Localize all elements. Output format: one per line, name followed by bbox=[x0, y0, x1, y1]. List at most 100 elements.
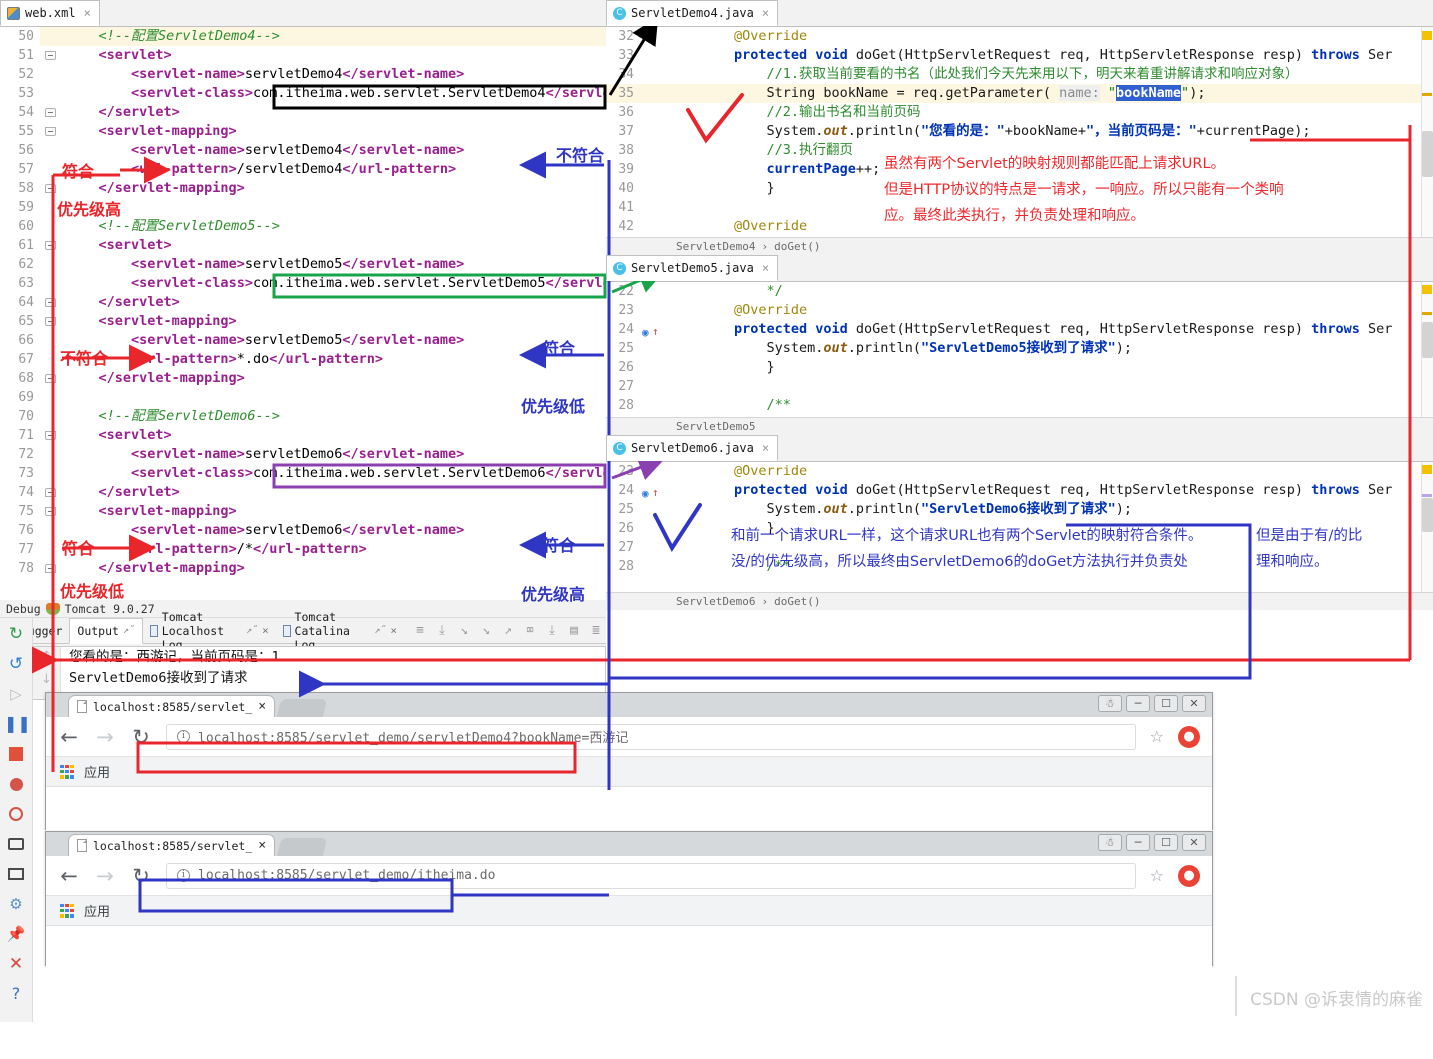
clear-all-icon[interactable]: ⌧ bbox=[520, 621, 540, 641]
xml-line-57[interactable]: 57 <url-pattern>/servletDemo4</url-patte… bbox=[0, 160, 606, 179]
fold-toggle-icon[interactable] bbox=[40, 483, 62, 502]
xml-line-63[interactable]: 63 <servlet-class>com.itheima.web.servle… bbox=[0, 274, 606, 293]
breadcrumb-method[interactable]: doGet() bbox=[774, 240, 820, 253]
pin-tab-icon[interactable]: ↗˝ bbox=[246, 625, 258, 636]
close-icon[interactable]: × bbox=[762, 441, 769, 455]
close-icon[interactable]: × bbox=[762, 261, 769, 275]
browser1-tab[interactable]: localhost:8585/servlet_ × bbox=[68, 695, 276, 717]
close-icon[interactable]: ✕ bbox=[1182, 695, 1206, 712]
xml-line-62[interactable]: 62 <servlet-name>servletDemo5</servlet-n… bbox=[0, 255, 606, 274]
xml-line-78[interactable]: 78 </servlet-mapping> bbox=[0, 559, 606, 578]
scroll-to-end-icon[interactable]: ⤓ bbox=[432, 621, 452, 641]
java5-breadcrumb[interactable]: ServletDemo5 bbox=[606, 417, 1433, 435]
xml-line-53[interactable]: 53 <servlet-class>com.itheima.web.servle… bbox=[0, 84, 606, 103]
java6-code-area[interactable]: 23 @Override 24 ◉ ↑ protected void doGet(Http… bbox=[606, 462, 1433, 592]
xml-line-77[interactable]: 77 <url-pattern>/*</url-pattern> bbox=[0, 540, 606, 559]
xml-line-70[interactable]: 70 <!--配置ServletDemo6--> bbox=[0, 407, 606, 426]
fold-toggle-icon[interactable] bbox=[40, 426, 62, 445]
settings-list-icon[interactable]: ≣ bbox=[586, 621, 606, 641]
java6-line-27[interactable]: 27 bbox=[606, 538, 1433, 557]
forward-icon[interactable]: → bbox=[94, 864, 116, 888]
tab-servletdemo4-java[interactable]: C ServletDemo4.java × bbox=[606, 0, 779, 26]
xml-line-50[interactable]: 50 <!--配置ServletDemo4--> bbox=[0, 27, 606, 46]
java4-line-34[interactable]: 34 //1.获取当前要看的书名（此处我们今天先来用以下，明天来着重讲解请求和响… bbox=[606, 65, 1433, 84]
xml-code-area[interactable]: 50 <!--配置ServletDemo4--> 51 <servlet> 52 <… bbox=[0, 27, 606, 600]
java4-line-35[interactable]: 35 String bookName = req.getParameter( n… bbox=[606, 84, 1433, 103]
pin-icon[interactable]: 📌 bbox=[4, 922, 28, 946]
java5-line-27[interactable]: 27 bbox=[606, 377, 1433, 396]
java5-line-22[interactable]: 22 */ bbox=[606, 282, 1433, 301]
info-icon[interactable]: i bbox=[177, 869, 190, 882]
help-icon[interactable]: ? bbox=[4, 982, 28, 1006]
bookmark-star-icon[interactable]: ☆ bbox=[1150, 727, 1164, 746]
java6-line-25[interactable]: 25 System.out.println("ServletDemo6接收到了请… bbox=[606, 500, 1433, 519]
profile-avatar[interactable]: ● bbox=[1178, 725, 1200, 748]
java5-line-26[interactable]: 26 } bbox=[606, 358, 1433, 377]
java5-line-25[interactable]: 25 System.out.println("ServletDemo5接收到了请… bbox=[606, 339, 1433, 358]
xml-line-75[interactable]: 75 <servlet-mapping> bbox=[0, 502, 606, 521]
settings-icon[interactable]: ⚙ bbox=[4, 892, 28, 916]
xml-line-73[interactable]: 73 <servlet-class>com.itheima.web.servle… bbox=[0, 464, 606, 483]
debug-config-name[interactable]: Tomcat 9.0.27 bbox=[65, 602, 155, 616]
fold-toggle-icon[interactable] bbox=[40, 103, 62, 122]
layout-icon[interactable] bbox=[4, 862, 28, 886]
debug-tab-output[interactable]: Output ↗˝ bbox=[69, 617, 143, 644]
breadcrumb-method[interactable]: doGet() bbox=[774, 595, 820, 608]
pause-icon[interactable]: ❚❚ bbox=[4, 712, 31, 736]
breadcrumb-class[interactable]: ServletDemo6 bbox=[676, 595, 755, 608]
reload-icon[interactable]: ↻ bbox=[130, 864, 152, 888]
java6-line-28[interactable]: 28 /** bbox=[606, 557, 1433, 576]
java4-marker-strip[interactable] bbox=[1421, 27, 1433, 237]
override-marker-icon[interactable]: ◉ ↑ bbox=[640, 320, 662, 339]
xml-line-74[interactable]: 74 </servlet> bbox=[0, 483, 606, 502]
pin-tab-icon[interactable]: ↗˝ bbox=[123, 625, 135, 636]
java4-line-40[interactable]: 40 } bbox=[606, 179, 1433, 198]
new-tab-placeholder[interactable] bbox=[276, 699, 328, 717]
maximize-icon[interactable]: ☐ bbox=[1154, 695, 1178, 712]
xml-line-61[interactable]: 61 <servlet> bbox=[0, 236, 606, 255]
camera-icon[interactable] bbox=[4, 832, 28, 856]
java6-marker-strip[interactable] bbox=[1421, 462, 1433, 592]
minimize-icon[interactable]: ─ bbox=[1126, 695, 1150, 712]
xml-line-76[interactable]: 76 <servlet-name>servletDemo6</servlet-n… bbox=[0, 521, 606, 540]
override-marker-icon[interactable]: ◉ ↑ bbox=[640, 481, 662, 500]
breadcrumb-class[interactable]: ServletDemo5 bbox=[676, 420, 755, 433]
xml-line-60[interactable]: 60 <!--配置ServletDemo5--> bbox=[0, 217, 606, 236]
bookmarks-label[interactable]: 应用 bbox=[84, 762, 110, 781]
xml-line-72[interactable]: 72 <servlet-name>servletDemo6</servlet-n… bbox=[0, 445, 606, 464]
profile-avatar[interactable]: ● bbox=[1178, 864, 1200, 887]
xml-line-68[interactable]: 68 </servlet-mapping> bbox=[0, 369, 606, 388]
xml-line-59[interactable]: 59 bbox=[0, 198, 606, 217]
fold-toggle-icon[interactable] bbox=[40, 312, 62, 331]
apps-grid-icon[interactable] bbox=[60, 903, 74, 918]
scroll-down-icon[interactable]: ↓ bbox=[37, 672, 57, 692]
close-icon[interactable]: × bbox=[762, 6, 769, 20]
xml-line-71[interactable]: 71 <servlet> bbox=[0, 426, 606, 445]
java4-line-42[interactable]: 42 @Override bbox=[606, 217, 1433, 236]
xml-line-51[interactable]: 51 <servlet> bbox=[0, 46, 606, 65]
browser2-tab[interactable]: localhost:8585/servlet_ × bbox=[68, 834, 276, 856]
bookmark-star-icon[interactable]: ☆ bbox=[1150, 866, 1164, 885]
xml-line-54[interactable]: 54 </servlet> bbox=[0, 103, 606, 122]
stop-icon[interactable] bbox=[4, 742, 28, 766]
java4-breadcrumb[interactable]: ServletDemo4 › doGet() bbox=[606, 237, 1433, 255]
minimize-icon[interactable]: ─ bbox=[1126, 834, 1150, 851]
java5-code-area[interactable]: 22 */ 23 @Override 24 ◉ ↑ protected void doGet… bbox=[606, 282, 1433, 417]
address-bar[interactable]: i localhost:8585/servlet_demo/servletDem… bbox=[166, 723, 1136, 750]
xml-line-56[interactable]: 56 <servlet-name>servletDemo4</servlet-n… bbox=[0, 141, 606, 160]
tab-servletdemo6-java[interactable]: C ServletDemo6.java × bbox=[606, 435, 779, 461]
java6-breadcrumb[interactable]: ServletDemo6 › doGet() bbox=[606, 592, 1433, 610]
address-bar[interactable]: i localhost:8585/servlet_demo/itheima.do bbox=[166, 862, 1136, 889]
new-tab-placeholder[interactable] bbox=[276, 838, 328, 856]
bookmarks-label[interactable]: 应用 bbox=[84, 901, 110, 920]
java6-line-26[interactable]: 26 } bbox=[606, 519, 1433, 538]
reload-icon[interactable]: ↻ bbox=[130, 725, 152, 749]
java6-line-24[interactable]: 24 ◉ ↑ protected void doGet(HttpServletRequ… bbox=[606, 481, 1433, 500]
xml-line-69[interactable]: 69 bbox=[0, 388, 606, 407]
xml-line-55[interactable]: 55 <servlet-mapping> bbox=[0, 122, 606, 141]
close-icon[interactable]: × bbox=[390, 624, 397, 637]
back-icon[interactable]: ← bbox=[58, 725, 80, 749]
java5-marker-strip[interactable] bbox=[1421, 282, 1433, 417]
restart-icon[interactable]: ↺ bbox=[4, 652, 28, 676]
print-icon[interactable]: ⤓ bbox=[542, 621, 562, 641]
